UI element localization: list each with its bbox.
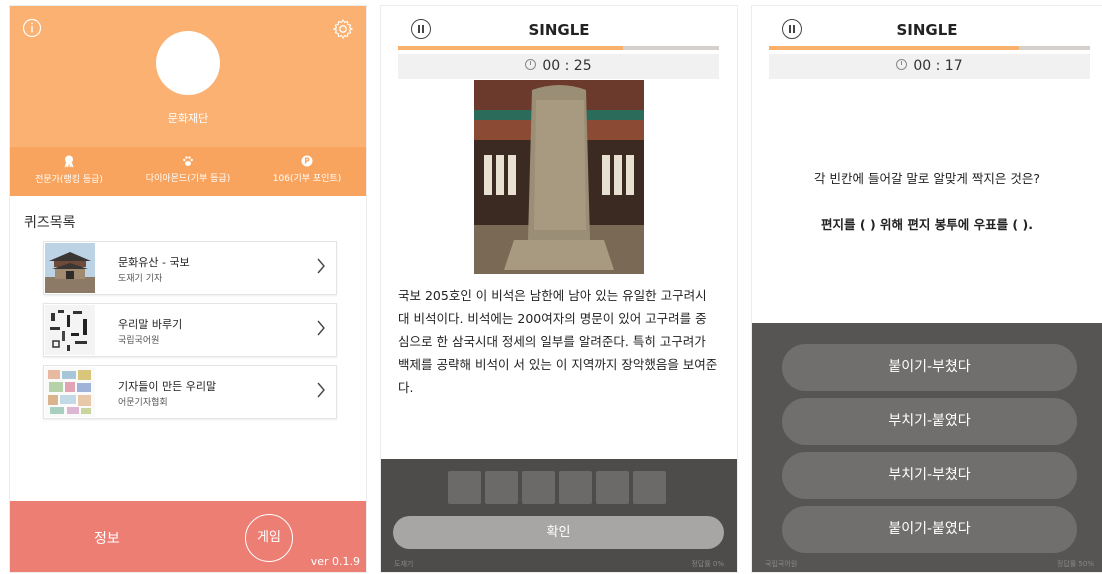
- option-button[interactable]: 부치기-붙였다: [782, 398, 1077, 445]
- timer-text: 00 : 17: [913, 58, 963, 74]
- gear-icon[interactable]: [332, 18, 354, 40]
- option-button[interactable]: 부치기-부쳤다: [782, 452, 1077, 499]
- chevron-right-icon: [317, 258, 325, 274]
- info-button[interactable]: 정보: [94, 528, 120, 548]
- quiz-item[interactable]: 우리말 바루기 국립국어원: [43, 303, 337, 357]
- info-icon[interactable]: [22, 18, 42, 38]
- clock-icon: [525, 59, 537, 70]
- profile-header: 문화재단 전문가(랭킹 등급) 다이아몬드(기부 등급) P 106(기부 포인…: [10, 6, 366, 196]
- answer-slot[interactable]: [448, 471, 481, 504]
- version-label: ver 0.1.9: [310, 555, 360, 568]
- quiz-thumbnail-words: [45, 367, 95, 417]
- quiz-screen-typing: SINGLE 00 : 25 국보 205호인 이 비석은 남한에 남아 있는 …: [381, 6, 737, 572]
- answer-slot[interactable]: [596, 471, 629, 504]
- username: 문화재단: [167, 112, 209, 125]
- mode-title: SINGLE: [896, 21, 958, 39]
- medal-icon: [64, 155, 74, 168]
- timer-bar: 00 : 17: [769, 54, 1090, 79]
- quiz-item-author: 국립국어원: [118, 336, 160, 346]
- progress-fill: [398, 46, 623, 50]
- mode-title: SINGLE: [528, 21, 590, 39]
- avatar[interactable]: [156, 31, 220, 95]
- question-text: 각 빈칸에 들어갈 말로 알맞게 짝지은 것은?: [814, 171, 1040, 186]
- question-sentence: 편지를 ( ) 위해 편지 봉투에 우표를 ( ).: [821, 217, 1033, 232]
- quiz-item-author: 어문기자협회: [118, 398, 168, 408]
- quiz-item-name: 문화유산 - 국보: [118, 256, 190, 269]
- stats-bar: 전문가(랭킹 등급) 다이아몬드(기부 등급) P 106(기부 포인트): [10, 147, 366, 196]
- answer-slot[interactable]: [485, 471, 518, 504]
- point-icon: P: [301, 155, 313, 167]
- options-panel: 붙이기-부쳤다 부치기-붙였다 부치기-부쳤다 붙이기-붙였다 국립국어원 정답…: [752, 323, 1102, 572]
- home-screen: 문화재단 전문가(랭킹 등급) 다이아몬드(기부 등급) P 106(기부 포인…: [10, 6, 366, 572]
- quiz-item-author: 도재기 기자: [118, 274, 163, 284]
- answer-panel: 확인 도재기 정답률 0%: [381, 459, 737, 572]
- confirm-button[interactable]: 확인: [393, 516, 724, 549]
- chevron-right-icon: [317, 320, 325, 336]
- quiz-credit: 도재기: [394, 560, 414, 568]
- answer-slot[interactable]: [559, 471, 592, 504]
- accuracy-rate: 정답률 50%: [1056, 560, 1094, 568]
- game-button[interactable]: 게임: [245, 514, 293, 562]
- quiz-credit: 국립국어원: [765, 560, 798, 568]
- svg-text:P: P: [304, 157, 310, 166]
- quiz-thumbnail-heritage: [45, 243, 95, 293]
- quiz-item-name: 우리말 바루기: [118, 318, 183, 331]
- timer-text: 00 : 25: [542, 58, 592, 74]
- option-button[interactable]: 붙이기-부쳤다: [782, 344, 1077, 391]
- quiz-photo-stele: [474, 80, 644, 274]
- progress-bar: [769, 46, 1090, 50]
- quiz-item[interactable]: 기자들이 만든 우리말 어문기자협회: [43, 365, 337, 419]
- quiz-item-name: 기자들이 만든 우리말: [118, 380, 217, 393]
- progress-fill: [769, 46, 1020, 50]
- stat-donation-points: P 106(기부 포인트): [272, 155, 342, 184]
- quiz-item[interactable]: 문화유산 - 국보 도재기 기자: [43, 241, 337, 295]
- answer-slot[interactable]: [633, 471, 666, 504]
- quiz-thumbnail-hangul: [45, 305, 95, 355]
- chevron-right-icon: [317, 382, 325, 398]
- timer-bar: 00 : 25: [398, 54, 719, 79]
- paw-icon: [183, 156, 193, 166]
- quiz-description: 국보 205호인 이 비석은 남한에 남아 있는 유일한 고구려시대 비석이다.…: [398, 288, 718, 395]
- bottom-bar: 정보 게임 ver 0.1.9: [10, 501, 366, 572]
- quiz-list-title: 퀴즈목록: [24, 215, 76, 231]
- clock-icon: [896, 59, 908, 70]
- progress-bar: [398, 46, 719, 50]
- quiz-screen-multiple-choice: SINGLE 00 : 17 각 빈칸에 들어갈 말로 알맞게 짝지은 것은? …: [752, 6, 1102, 572]
- accuracy-rate: 정답률 0%: [691, 560, 724, 568]
- stat-ranking: 전문가(랭킹 등급): [10, 155, 128, 185]
- answer-slot[interactable]: [522, 471, 555, 504]
- option-button[interactable]: 붙이기-붙였다: [782, 506, 1077, 553]
- stat-donation-grade: 다이아몬드(기부 등급): [129, 155, 247, 184]
